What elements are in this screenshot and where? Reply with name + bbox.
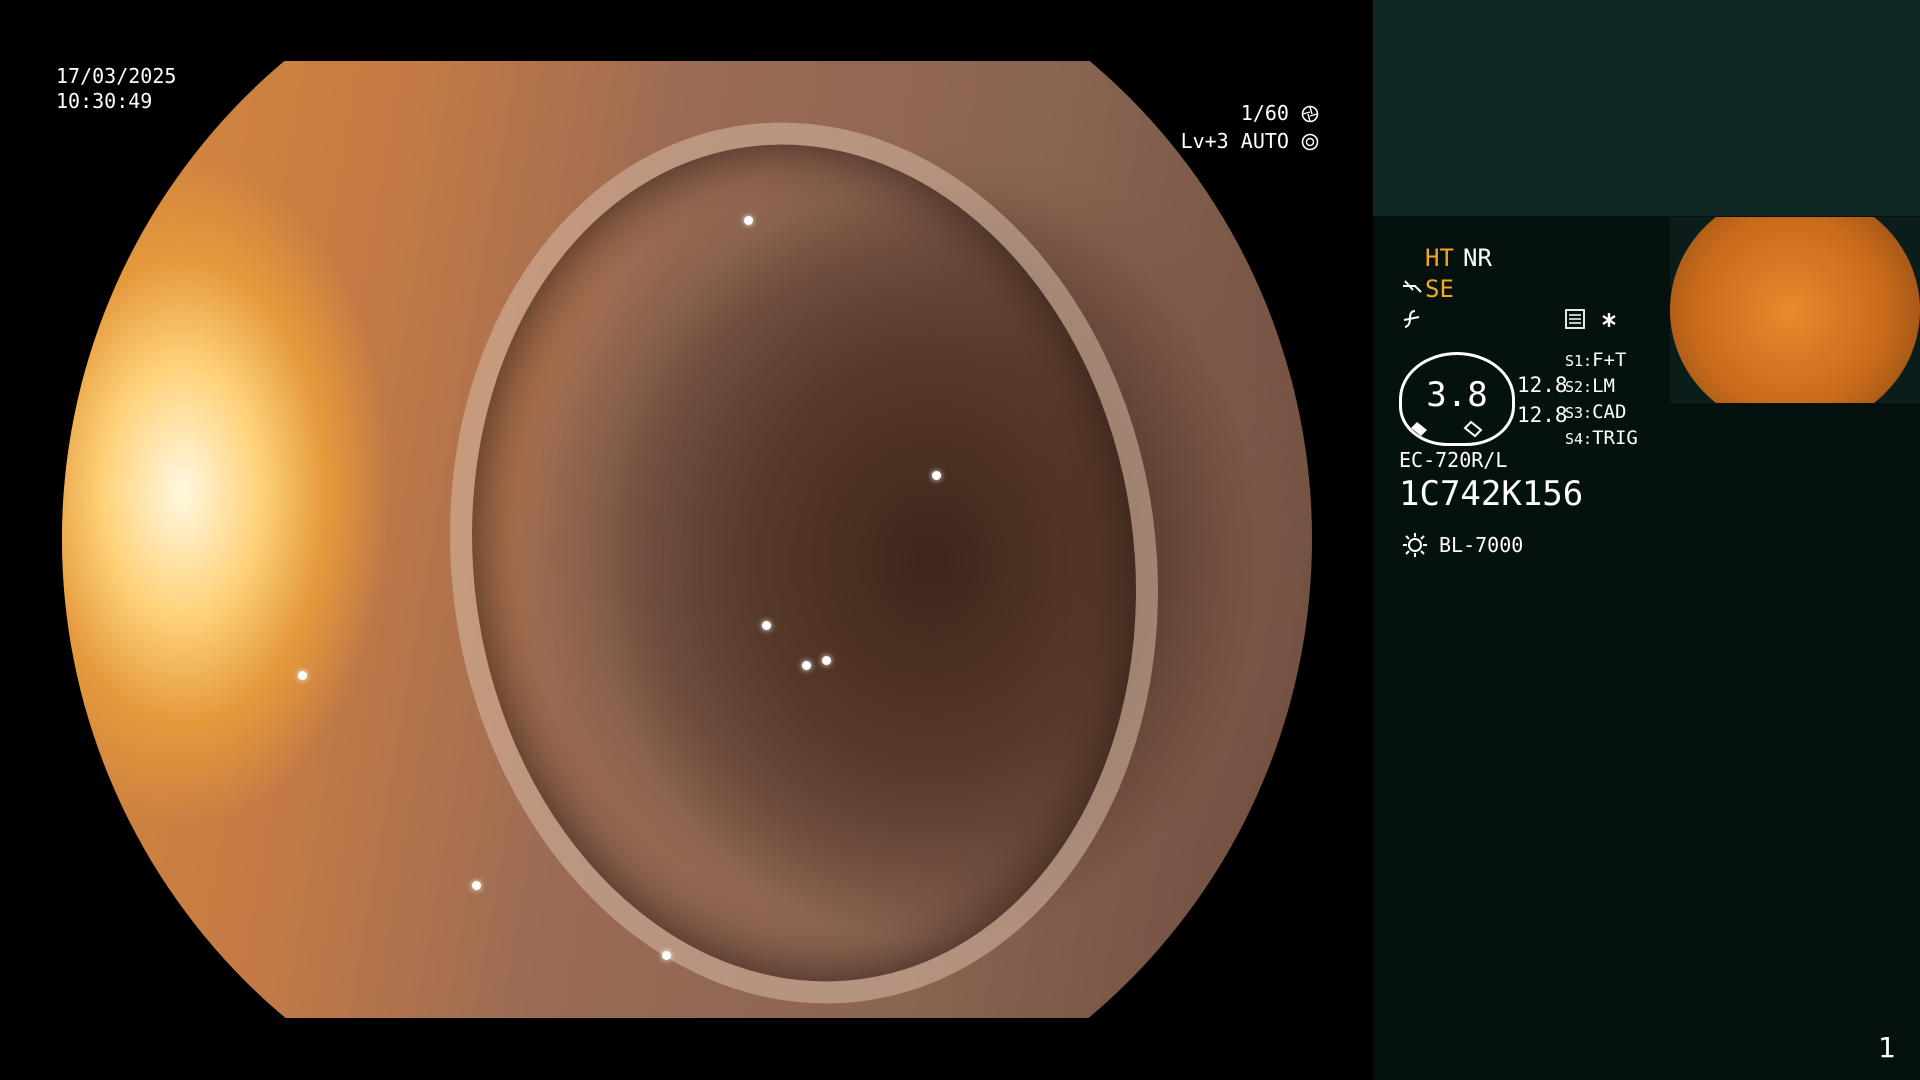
gauge-indicator-icon xyxy=(1411,420,1483,438)
iris-icon xyxy=(1301,133,1319,151)
time-label: 10:30:49 xyxy=(56,89,153,113)
function-icon xyxy=(1403,310,1420,328)
switch-setting-2: S2:LM xyxy=(1565,375,1615,397)
light-source-icon xyxy=(1403,533,1427,557)
shutter-icon xyxy=(1301,105,1319,123)
date-label: 17/03/2025 xyxy=(56,64,177,88)
nr-label: NR xyxy=(1463,244,1492,272)
gauge-side-value-2: 12.8 xyxy=(1517,403,1568,427)
light-reflection xyxy=(802,661,811,670)
info-panel: HT NR SE 3.8 12.8 12.8 S1:F+T S2:LM S3:C… xyxy=(1373,0,1920,1080)
gauge-side-values: 12.8 12.8 xyxy=(1517,370,1568,430)
iris-mode-label: AUTO xyxy=(1240,129,1289,153)
ht-label: HT xyxy=(1425,244,1454,272)
thumbnail-image xyxy=(1670,217,1920,403)
se-label: SE xyxy=(1425,275,1454,303)
scope-model: EC-720R/L xyxy=(1399,448,1508,472)
scope-switch-settings: S1:F+T S2:LM S3:CAD S4:TRIG xyxy=(1565,348,1638,452)
light-reflection xyxy=(762,621,771,630)
mucosal-fold xyxy=(393,76,1215,1050)
pen-icon xyxy=(1403,280,1422,293)
exposure-info: 1/60 Lv+3 AUTO xyxy=(1181,99,1319,155)
scope-serial: 1C742K156 xyxy=(1399,474,1584,514)
capture-thumbnail[interactable] xyxy=(1670,217,1920,403)
endoscope-image xyxy=(62,61,1312,1050)
light-source-model: BL-7000 xyxy=(1439,533,1524,557)
gauge-side-value-1: 12.8 xyxy=(1517,373,1568,397)
light-reflection xyxy=(744,216,753,225)
light-reflection xyxy=(662,951,671,960)
shutter-label: 1/60 xyxy=(1240,101,1289,125)
light-reflection xyxy=(932,471,941,480)
switch-setting-1: S1:F+T xyxy=(1565,349,1627,371)
level-label: Lv+3 xyxy=(1180,129,1229,153)
asterisk-icon xyxy=(1602,313,1616,327)
light-reflection xyxy=(472,881,481,890)
info-panel-header xyxy=(1373,0,1920,216)
settings-card-icon xyxy=(1565,309,1585,329)
endoscope-video-area: 17/03/2025 10:30:49 1/60 Lv+3 AUTO xyxy=(0,0,1373,1080)
air-pressure-gauge: 3.8 xyxy=(1399,352,1515,446)
light-reflection xyxy=(822,656,831,665)
page-number: 1 xyxy=(1878,1031,1896,1064)
light-reflection xyxy=(298,671,307,680)
switch-setting-3: S3:CAD xyxy=(1565,401,1627,423)
switch-setting-4: S4:TRIG xyxy=(1565,427,1638,449)
